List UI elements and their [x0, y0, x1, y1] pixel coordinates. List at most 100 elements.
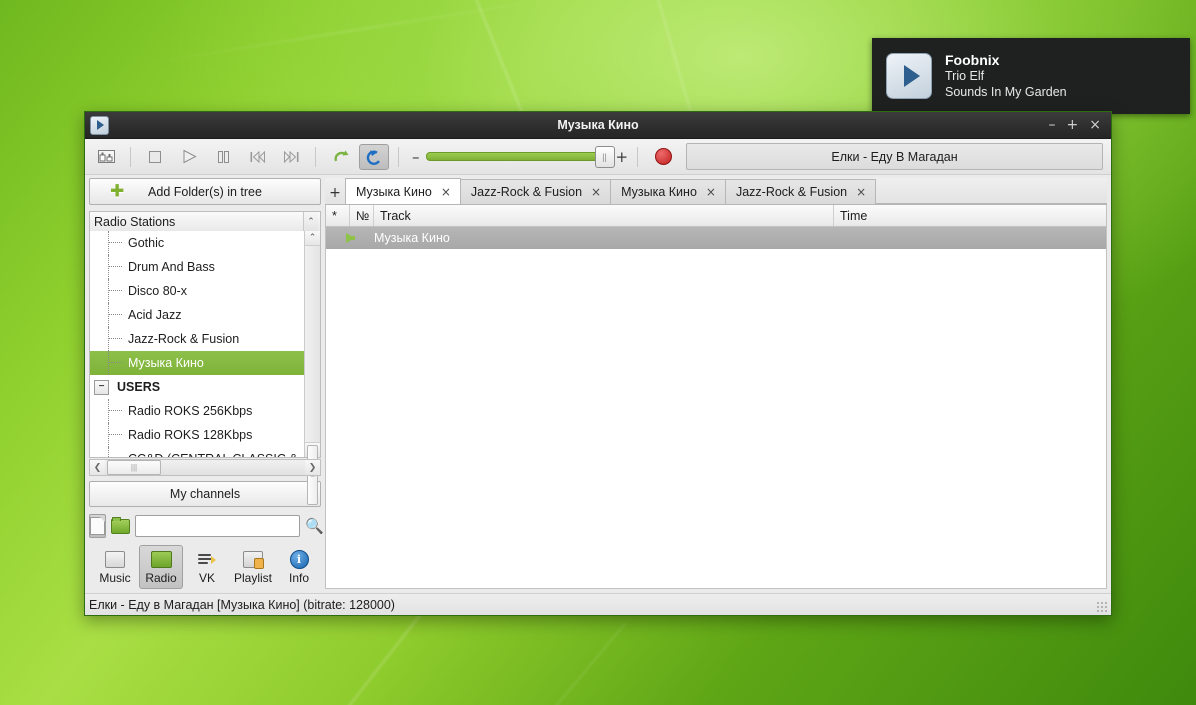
mode-label: Playlist [233, 571, 272, 585]
tab[interactable]: Jazz-Rock & Fusion × [459, 179, 612, 204]
next-track-icon [283, 150, 298, 163]
previous-track-icon [250, 150, 265, 163]
mode-switcher: Music Radio VK Playlist i Info [89, 545, 321, 589]
tree-item[interactable]: Acid Jazz [90, 303, 304, 327]
tree-item-label: Jazz-Rock & Fusion [128, 332, 240, 346]
collapse-expander-icon[interactable]: − [94, 379, 109, 395]
add-tab-button[interactable]: + [325, 182, 345, 204]
record-icon[interactable] [655, 148, 673, 165]
search-input[interactable] [135, 515, 300, 537]
tree-item-label: Radio ROKS 256Kbps [128, 404, 253, 418]
column-header-number[interactable]: № [350, 205, 374, 226]
chevron-up-icon[interactable]: ⌃ [303, 212, 318, 231]
maximize-button[interactable]: + [1067, 118, 1079, 132]
toolbar-separator [637, 146, 639, 167]
tab-label: Jazz-Rock & Fusion [470, 185, 583, 199]
mode-button-playlist[interactable]: Playlist [231, 545, 275, 589]
repeat-icon [366, 150, 380, 165]
tab[interactable]: Музыка Кино × [345, 178, 461, 204]
minimize-button[interactable]: – [1049, 118, 1056, 132]
column-header-track[interactable]: Track [374, 205, 834, 226]
playlist-body[interactable]: Музыка Кино [325, 227, 1107, 589]
tree-item[interactable]: Музыка Кино [90, 351, 304, 375]
add-folder-button[interactable]: ✚ Add Folder(s) in tree [89, 178, 321, 205]
scroll-up-arrow-icon[interactable]: ⌃ [305, 231, 320, 246]
new-file-icon [90, 517, 105, 535]
tree-item[interactable]: Disco 80-x [90, 279, 304, 303]
mode-button-vk[interactable]: VK [185, 545, 229, 589]
close-icon[interactable]: × [706, 185, 716, 199]
title-bar[interactable]: Музыка Кино – + × [85, 112, 1111, 139]
repeat-button[interactable] [359, 143, 389, 170]
mode-button-info[interactable]: i Info [277, 545, 321, 589]
volume-increase-button[interactable]: + [616, 148, 629, 166]
shuffle-icon [333, 150, 348, 161]
status-bar: Елки - Еду в Магадан [Музыка Кино] (bitr… [85, 593, 1111, 615]
close-icon[interactable]: × [441, 185, 451, 199]
volume-slider[interactable]: || [425, 146, 615, 168]
hscrollbar-thumb[interactable]: ||| [107, 460, 161, 475]
previous-track-button[interactable] [242, 144, 272, 170]
tree-header[interactable]: Radio Stations ⌃ [89, 211, 321, 231]
main-panel: + Музыка Кино × Jazz-Rock & Fusion × Музыка … [325, 175, 1111, 593]
close-icon[interactable]: × [591, 185, 601, 199]
resize-grip[interactable] [1096, 601, 1109, 614]
vk-icon [198, 549, 216, 569]
column-header-star[interactable]: * [326, 205, 350, 226]
search-icon[interactable]: 🔍 [305, 517, 324, 535]
notification-popup[interactable]: Foobnix Trio Elf Sounds In My Garden [872, 38, 1190, 114]
pause-button[interactable] [208, 144, 238, 170]
toolbar-separator [398, 146, 399, 167]
tab[interactable]: Jazz-Rock & Fusion × [724, 179, 877, 204]
stop-icon [149, 150, 161, 163]
close-button[interactable]: × [1089, 118, 1101, 132]
open-folder-button[interactable] [111, 514, 130, 538]
now-playing-display[interactable]: Елки - Еду В Магадан [686, 143, 1103, 170]
playlist-icon [243, 549, 264, 569]
tree-horizontal-scrollbar[interactable]: ❮ ||| ❯ [89, 459, 321, 476]
tree-view-wrapper: Gothic Drum And Bass Disco 80-x Acid Jazz Ja… [89, 231, 321, 505]
track-name-cell: Музыка Кино [374, 231, 450, 245]
tree-item[interactable]: − USERS [90, 375, 304, 399]
shuffle-button[interactable] [325, 144, 355, 170]
tree-item[interactable]: Gothic [90, 231, 304, 255]
plus-icon: ✚ [110, 181, 125, 201]
volume-slider-handle[interactable]: || [594, 146, 615, 168]
volume-decrease-button[interactable]: – [412, 148, 420, 166]
tree-item[interactable]: Radio ROKS 128Kbps [90, 423, 304, 447]
new-file-button[interactable] [89, 514, 106, 538]
toolbar-separator [130, 146, 131, 167]
music-icon [105, 549, 125, 569]
table-row[interactable]: Музыка Кино [326, 227, 1106, 249]
notification-track: Sounds In My Garden [945, 84, 1067, 99]
radio-stations-tree[interactable]: Gothic Drum And Bass Disco 80-x Acid Jazz Ja… [90, 231, 304, 457]
scroll-left-arrow-icon[interactable]: ❮ [90, 460, 105, 475]
tree-item[interactable]: Drum And Bass [90, 255, 304, 279]
mode-button-radio[interactable]: Radio [139, 545, 183, 589]
tree-item[interactable]: CC&D (CENTRAL CLASSIC & [90, 447, 304, 457]
column-header-time[interactable]: Time [834, 205, 1106, 226]
next-track-button[interactable] [276, 144, 306, 170]
equalizer-button[interactable] [91, 144, 121, 170]
tree-header-label: Radio Stations [94, 214, 176, 229]
tab-bar-filler [875, 178, 1107, 204]
window-body: ✚ Add Folder(s) in tree Radio Stations ⌃… [85, 175, 1111, 593]
stop-button[interactable] [140, 144, 170, 170]
tab[interactable]: Музыка Кино × [610, 179, 726, 204]
my-channels-button[interactable]: My channels [89, 481, 321, 507]
equalizer-icon [97, 150, 115, 163]
notification-artist: Trio Elf [945, 69, 985, 84]
tree-item[interactable]: Jazz-Rock & Fusion [90, 327, 304, 351]
scroll-right-arrow-icon[interactable]: ❯ [305, 460, 320, 475]
tree-item-label: CC&D (CENTRAL CLASSIC & [128, 452, 298, 457]
tree-vertical-scrollbar[interactable]: ⌃ ≡ ⌄ [304, 231, 320, 505]
close-icon[interactable]: × [856, 185, 866, 199]
mode-label: Radio [145, 571, 177, 585]
play-button[interactable] [174, 144, 204, 170]
tree-item[interactable]: Radio ROKS 256Kbps [90, 399, 304, 423]
application-window: Музыка Кино – + × – || + Елки - Еду В Ма… [84, 111, 1112, 616]
volume-control[interactable]: – || + [412, 146, 629, 168]
mode-button-music[interactable]: Music [93, 545, 137, 589]
player-toolbar: – || + Елки - Еду В Магадан [85, 139, 1111, 175]
tree-item-label: Radio ROKS 128Kbps [128, 428, 253, 442]
